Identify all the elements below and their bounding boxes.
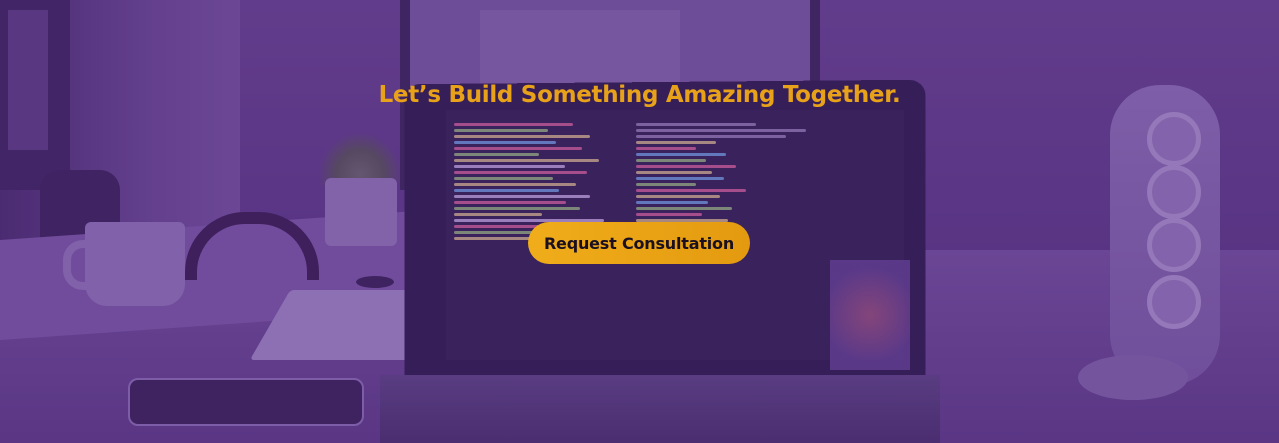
hero-section: Let’s Build Something Amazing Together. … [0,0,1279,443]
hero-headline: Let’s Build Something Amazing Together. [378,82,901,108]
request-consultation-button[interactable]: Request Consultation [528,222,750,264]
